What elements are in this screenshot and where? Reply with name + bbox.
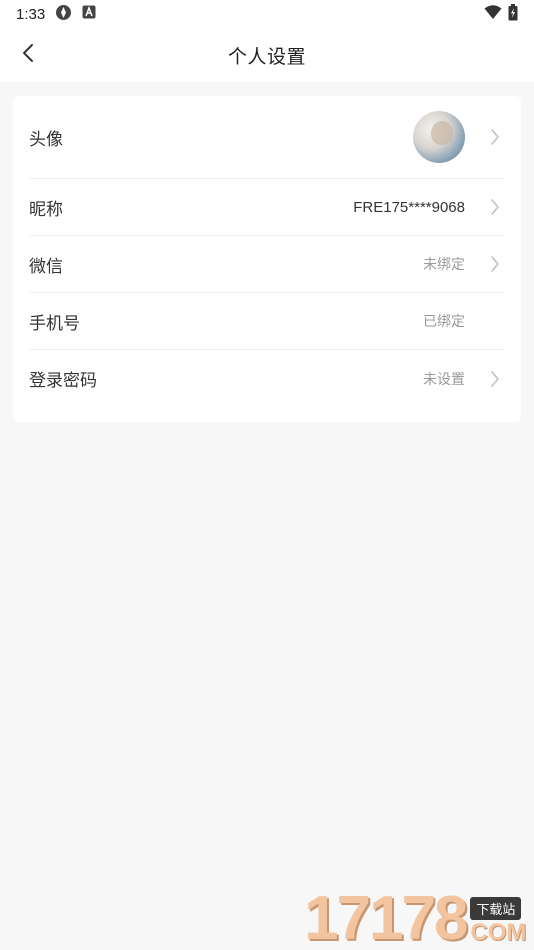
watermark-domain: COM bbox=[470, 919, 527, 946]
a-badge-icon bbox=[82, 5, 96, 23]
watermark-tag: 下载站 bbox=[470, 897, 522, 920]
password-label: 登录密码 bbox=[29, 371, 97, 391]
password-right: 未设置 bbox=[423, 369, 505, 389]
nickname-label: 昵称 bbox=[29, 199, 63, 220]
nickname-right: FRE175****9068 bbox=[353, 197, 505, 217]
phone-status: 已绑定 bbox=[423, 314, 465, 330]
status-left: 1:33 bbox=[16, 4, 96, 25]
wechat-right: 未绑定 bbox=[423, 254, 505, 274]
status-right bbox=[484, 3, 518, 25]
nickname-value: FRE175****9068 bbox=[353, 198, 465, 216]
settings-card: 头像 昵称 FRE175****9068 微信 未绑定 手机号 已绑定 登录密码… bbox=[13, 96, 521, 422]
wechat-row[interactable]: 微信 未绑定 bbox=[29, 236, 505, 293]
avatar-label: 头像 bbox=[29, 129, 63, 150]
chevron-right-icon bbox=[485, 254, 505, 274]
watermark-number: 17178 bbox=[304, 884, 468, 950]
battery-icon bbox=[508, 3, 518, 25]
chevron-right-icon bbox=[485, 127, 505, 147]
sync-icon bbox=[55, 4, 72, 25]
wifi-icon bbox=[484, 4, 502, 24]
watermark-side: 下载站 COM bbox=[470, 897, 526, 946]
chevron-left-icon bbox=[21, 43, 35, 67]
phone-right: 已绑定 bbox=[423, 311, 505, 331]
nav-bar: 个人设置 bbox=[0, 28, 534, 82]
wechat-label: 微信 bbox=[29, 256, 63, 277]
chevron-right-icon bbox=[485, 369, 505, 389]
nickname-row[interactable]: 昵称 FRE175****9068 bbox=[29, 179, 505, 236]
password-row[interactable]: 登录密码 未设置 bbox=[29, 350, 505, 407]
avatar-row[interactable]: 头像 bbox=[29, 96, 505, 179]
chevron-right-icon bbox=[485, 197, 505, 217]
phone-row: 手机号 已绑定 bbox=[29, 293, 505, 350]
back-button[interactable] bbox=[14, 41, 42, 69]
password-status: 未设置 bbox=[423, 371, 465, 388]
wechat-status: 未绑定 bbox=[423, 257, 465, 273]
watermark-logo: 17178 下载站 COM bbox=[304, 888, 530, 950]
page-title: 个人设置 bbox=[227, 45, 306, 68]
avatar[interactable] bbox=[413, 111, 465, 163]
phone-label: 手机号 bbox=[29, 313, 80, 334]
status-time: 1:33 bbox=[16, 5, 46, 23]
avatar-right bbox=[413, 111, 505, 163]
status-bar: 1:33 bbox=[0, 0, 534, 28]
